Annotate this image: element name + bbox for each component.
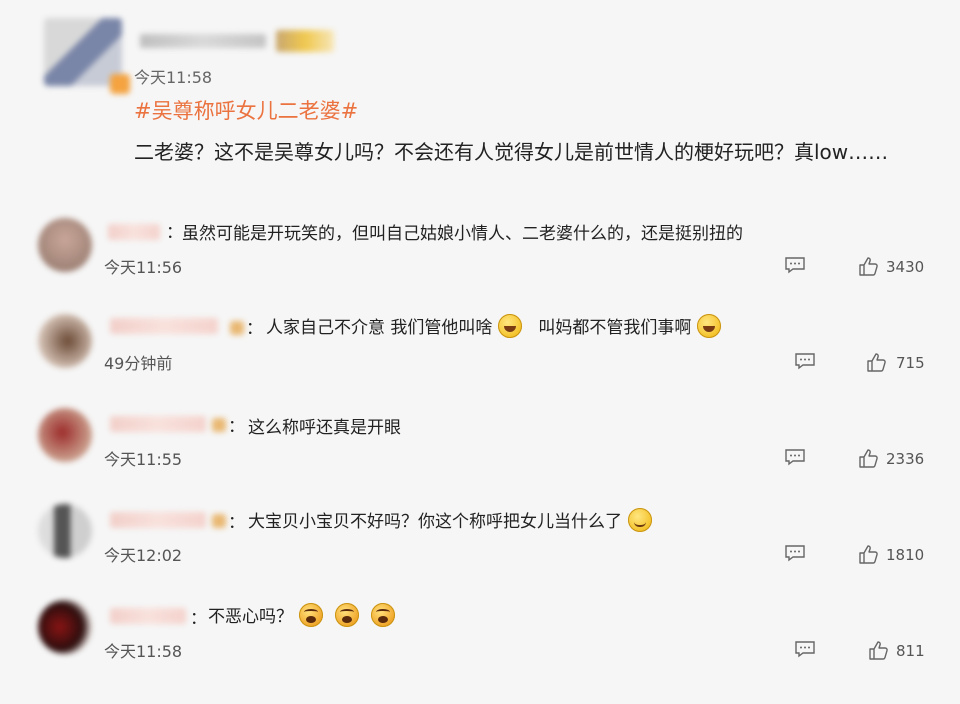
avatar[interactable] [38, 218, 92, 272]
laugh-icon [697, 313, 722, 338]
commenter-name[interactable] [110, 512, 206, 528]
comment-text-part: 人家自己不介意 我们管他叫啥 [266, 318, 493, 338]
comment-item: ： 这么称呼还真是开眼 今天11:55 2336 [0, 402, 960, 498]
comment-text: 虽然可能是开玩笑的，但叫自己姑娘小情人、二老婆什么的，还是挺别扭的 [182, 224, 743, 244]
colon: ： [166, 223, 183, 243]
post-hashtag[interactable]: #吴尊称呼女儿二老婆# [134, 95, 358, 125]
comment-text: 大宝贝小宝贝不好吗？你这个称呼把女儿当什么了 [248, 507, 658, 532]
comment-text-part: 叫妈都不管我们事啊 [538, 318, 692, 338]
commenter-name[interactable] [108, 224, 160, 240]
avatar[interactable] [38, 504, 92, 558]
comment-item: ： 不恶心吗？ 今天11:58 811 [0, 594, 960, 690]
comment-bubble-icon[interactable] [784, 256, 806, 274]
avatar[interactable] [38, 408, 92, 462]
laugh-icon [498, 313, 523, 338]
colon: ： [246, 319, 263, 339]
comment-time: 今天11:55 [104, 450, 183, 469]
post-author-tag [276, 30, 334, 52]
comment-time: 今天11:58 [104, 642, 183, 661]
comment-bubble-icon[interactable] [794, 640, 816, 658]
post-time: 今天11:58 [134, 68, 213, 87]
comment-bubble-icon[interactable] [794, 352, 816, 370]
vip-badge [230, 321, 244, 335]
comment-text-part: 大宝贝小宝贝不好吗？你这个称呼把女儿当什么了 [248, 512, 622, 532]
comment-item: ： 大宝贝小宝贝不好吗？你这个称呼把女儿当什么了 今天12:02 1810 [0, 498, 960, 594]
comment-item: ： 人家自己不介意 我们管他叫啥 叫妈都不管我们事啊 49分钟前 715 [0, 306, 960, 402]
like-count: 3430 [886, 258, 925, 276]
colon: ： [228, 417, 245, 437]
avatar[interactable] [38, 314, 92, 368]
thumbs-up-icon[interactable] [868, 640, 890, 660]
comment-text-part: 不恶心吗？ [208, 607, 293, 627]
colon: ： [190, 609, 207, 629]
smirk-icon [628, 507, 652, 532]
post-text: 二老婆？这不是吴尊女儿吗？不会还有人觉得女儿是前世情人的梗好玩吧？真low…… [134, 140, 889, 164]
thumbs-up-icon[interactable] [858, 544, 880, 564]
comment-text: 不恶心吗？ [208, 602, 401, 627]
comment-bubble-icon[interactable] [784, 448, 806, 466]
commenter-name[interactable] [110, 608, 186, 624]
verified-badge [110, 74, 130, 94]
post-avatar[interactable] [44, 18, 130, 94]
thumbs-up-icon[interactable] [866, 352, 888, 372]
like-count: 2336 [886, 450, 925, 468]
like-count: 811 [896, 642, 925, 660]
comment-time: 今天11:56 [104, 258, 183, 277]
vip-badge [212, 514, 226, 528]
angry-icon [335, 602, 359, 627]
comment-item: ： 虽然可能是开玩笑的，但叫自己姑娘小情人、二老婆什么的，还是挺别扭的 今天11… [0, 210, 960, 306]
angry-icon [371, 602, 395, 627]
comment-text: 人家自己不介意 我们管他叫啥 叫妈都不管我们事啊 [266, 313, 727, 338]
thumbs-up-icon[interactable] [858, 256, 880, 276]
thumbs-up-icon[interactable] [858, 448, 880, 468]
angry-icon [299, 602, 323, 627]
vip-badge [212, 418, 226, 432]
comment-text: 这么称呼还真是开眼 [248, 418, 401, 438]
colon: ： [228, 513, 245, 533]
comment-time: 今天12:02 [104, 546, 183, 565]
post-author-name[interactable] [140, 34, 266, 48]
comment-bubble-icon[interactable] [784, 544, 806, 562]
commenter-name[interactable] [110, 318, 218, 334]
commenter-name[interactable] [110, 416, 206, 432]
comment-time: 49分钟前 [104, 354, 173, 373]
like-count: 1810 [886, 546, 925, 564]
like-count: 715 [896, 354, 925, 372]
avatar[interactable] [38, 600, 92, 654]
